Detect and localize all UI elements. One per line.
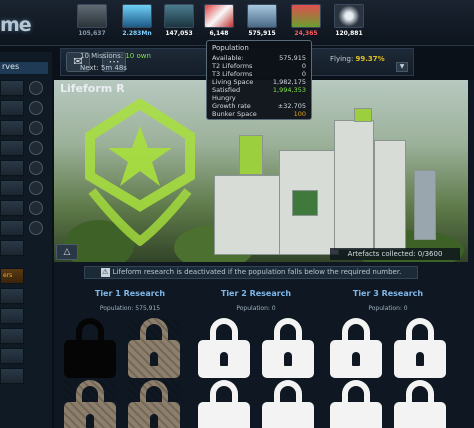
missions-summary[interactable]: 10 Missions: 10 own <box>80 52 151 60</box>
menu-item-lifeform[interactable]: ers <box>0 268 24 284</box>
flying-status: Flying: 99.37% <box>330 55 385 63</box>
lock-icon <box>128 318 180 378</box>
tooltip-row: Satisfied 1,994,353 <box>212 86 306 94</box>
resource-food[interactable]: 24,365 <box>284 4 328 42</box>
menu-item[interactable] <box>0 288 24 304</box>
tier3-population: Population: 0 <box>368 305 408 312</box>
research-slot[interactable] <box>394 318 446 378</box>
tier1-population: Population: 575,915 <box>99 305 161 312</box>
menu-action-icon[interactable] <box>29 101 43 115</box>
resource-dark-matter[interactable]: 120,881 <box>327 4 371 42</box>
food-icon <box>291 4 321 28</box>
tier2-population: Population: 0 <box>236 305 276 312</box>
menu-item-label: ers <box>3 272 13 279</box>
menu-item[interactable] <box>0 200 24 216</box>
tier2-title: Tier 2 Research <box>220 289 292 298</box>
game-logo: me <box>0 14 32 36</box>
resource-deuterium[interactable]: 147,053 <box>157 4 201 42</box>
population-tooltip: Population Available: 575,915 T2 Lifeform… <box>206 40 312 120</box>
research-warning: ⚠ Lifeform research is deactivated if the… <box>84 266 418 279</box>
menu-action-icon[interactable] <box>29 81 43 95</box>
expand-missions-button[interactable]: ▼ <box>396 62 408 72</box>
lock-icon <box>394 318 446 378</box>
menu-item[interactable] <box>0 328 24 344</box>
menu-item[interactable] <box>0 180 24 196</box>
lock-icon <box>330 318 382 378</box>
tooltip-title: Population <box>212 44 249 52</box>
dark-matter-icon <box>334 4 364 28</box>
tooltip-row: T3 Lifeforms 0 <box>212 70 306 78</box>
research-slot[interactable] <box>198 318 250 378</box>
menu-item[interactable] <box>0 308 24 324</box>
research-slot[interactable] <box>330 380 382 428</box>
artefacts-counter: Artefacts collected: 0/3600 <box>330 248 460 260</box>
tooltip-row: Bunker Space 100 <box>212 110 306 118</box>
crystal-icon <box>122 4 152 28</box>
research-slot[interactable] <box>394 380 446 428</box>
menu-header: rves <box>0 62 48 74</box>
banner-title: Lifeform R <box>60 82 125 95</box>
research-slot[interactable] <box>64 380 116 428</box>
metal-icon <box>77 4 107 28</box>
tooltip-row: Hungry <box>212 94 236 102</box>
research-slot[interactable] <box>64 318 116 378</box>
menu-item[interactable] <box>0 100 24 116</box>
menu-item[interactable] <box>0 348 24 364</box>
menu-item[interactable] <box>0 140 24 156</box>
research-slot[interactable] <box>128 318 180 378</box>
research-slot[interactable] <box>330 318 382 378</box>
tooltip-row: Available: 575,915 <box>212 54 306 62</box>
lifeform-emblem-icon <box>85 98 195 246</box>
menu-item[interactable] <box>0 240 24 256</box>
menu-action-icon[interactable] <box>29 141 43 155</box>
next-mission: Next: 5m 48s <box>80 64 127 72</box>
research-slot[interactable] <box>262 318 314 378</box>
warning-icon: ⚠ <box>100 267 110 277</box>
tooltip-row: T2 Lifeforms 0 <box>212 62 306 70</box>
menu-item[interactable] <box>0 220 24 236</box>
menu-item[interactable] <box>0 368 24 384</box>
lock-icon <box>64 318 116 378</box>
lock-icon <box>262 318 314 378</box>
menu-action-icon[interactable] <box>29 201 43 215</box>
menu-item[interactable] <box>0 120 24 136</box>
research-slot[interactable] <box>198 380 250 428</box>
research-slot[interactable] <box>262 380 314 428</box>
home-button[interactable]: △ <box>56 244 78 260</box>
menu-action-icon[interactable] <box>29 221 43 235</box>
lock-icon <box>262 380 314 428</box>
menu-action-icon[interactable] <box>29 181 43 195</box>
menu-action-icon[interactable] <box>29 161 43 175</box>
tooltip-row: Living Space 1,982,175 <box>212 78 306 86</box>
resource-crystal[interactable]: 2.283Mn <box>115 4 159 42</box>
lock-icon <box>198 380 250 428</box>
lock-icon <box>128 380 180 428</box>
energy-icon <box>204 4 234 28</box>
tier3-title: Tier 3 Research <box>352 289 424 298</box>
resource-population[interactable]: 575,915 <box>240 4 284 42</box>
menu-action-icon[interactable] <box>29 121 43 135</box>
resource-metal[interactable]: 105,637 <box>70 4 114 42</box>
lock-icon <box>330 380 382 428</box>
deuterium-icon <box>164 4 194 28</box>
lock-icon <box>198 318 250 378</box>
resource-energy[interactable]: 6,148 <box>197 4 241 42</box>
tooltip-row: Growth rate ±32.705 <box>212 102 306 110</box>
menu-item[interactable] <box>0 80 24 96</box>
lock-icon <box>394 380 446 428</box>
lock-icon <box>64 380 116 428</box>
tier1-title: Tier 1 Research <box>94 289 166 298</box>
population-icon <box>247 4 277 28</box>
menu-item[interactable] <box>0 160 24 176</box>
research-slot[interactable] <box>128 380 180 428</box>
